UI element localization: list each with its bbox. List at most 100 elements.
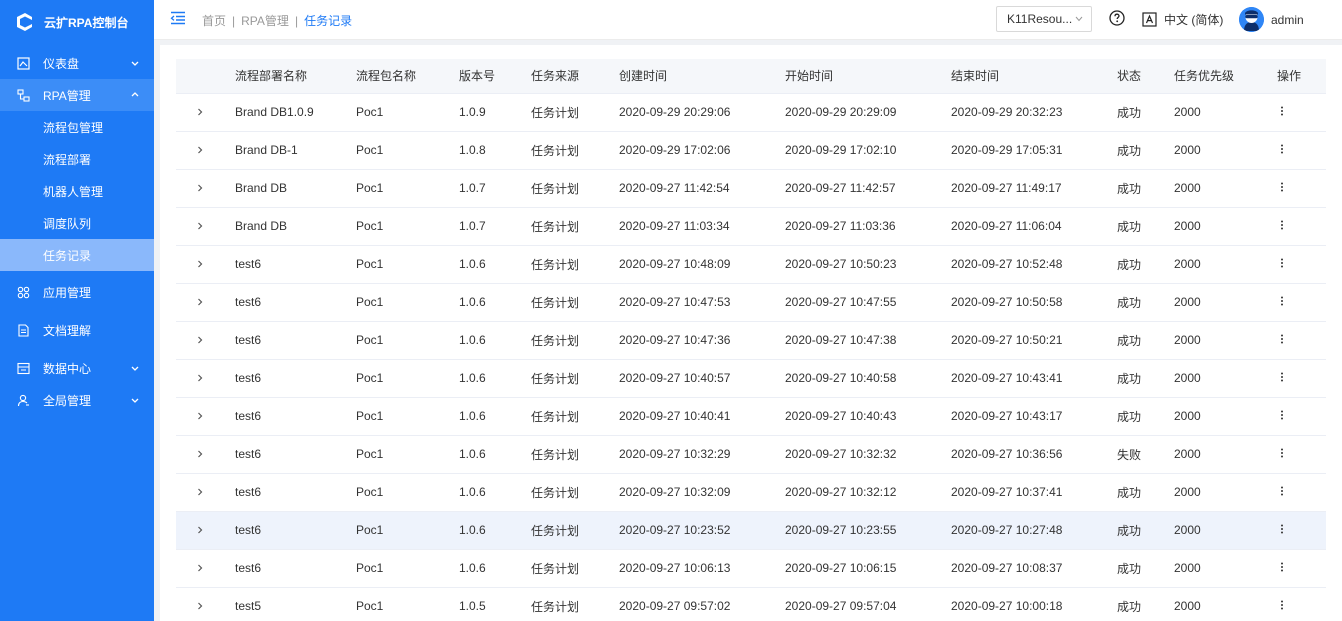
cell-deployment-name: test6	[235, 511, 356, 550]
cell-created-time: 2020-09-27 10:23:52	[619, 511, 785, 550]
sidebar-item-app-management[interactable]: 应用管理	[0, 274, 154, 310]
chevron-down-icon	[1075, 16, 1083, 22]
cell-version: 1.0.6	[459, 359, 531, 398]
cell-deployment-name: Brand DB	[235, 207, 356, 246]
more-options-icon[interactable]	[1277, 295, 1287, 309]
cell-deployment-name: test6	[235, 435, 356, 474]
sidebar-item-document-understanding[interactable]: 文档理解	[0, 310, 154, 350]
column-header-priority: 任务优先级	[1174, 59, 1277, 94]
language-switcher[interactable]: 中文 (简体)	[1142, 11, 1223, 28]
more-options-icon[interactable]	[1277, 447, 1287, 461]
table-row[interactable]: Brand DB-1 Poc1 1.0.8 任务计划 2020-09-29 17:02:…	[176, 131, 1326, 170]
help-icon[interactable]	[1109, 10, 1125, 26]
cell-status: 成功	[1117, 93, 1174, 132]
more-options-icon[interactable]	[1277, 561, 1287, 575]
brand[interactable]: 云扩RPA控制台	[0, 0, 154, 44]
sidebar-item-label: 文档理解	[43, 323, 92, 338]
cell-priority: 2000	[1174, 359, 1277, 398]
more-options-icon[interactable]	[1277, 371, 1287, 385]
cell-deployment-name: test6	[235, 359, 356, 398]
sidebar-item-package-management[interactable]: 流程包管理	[0, 111, 154, 143]
cell-start-time: 2020-09-27 10:32:12	[785, 473, 951, 512]
table-row[interactable]: test6 Poc1 1.0.6 任务计划 2020-09-27 10:40:57 202…	[176, 359, 1326, 398]
expand-row-button[interactable]	[176, 283, 235, 322]
cell-priority: 2000	[1174, 321, 1277, 360]
more-options-icon[interactable]	[1277, 485, 1287, 499]
table-row[interactable]: test6 Poc1 1.0.6 任务计划 2020-09-27 10:06:13 202…	[176, 549, 1326, 588]
cell-priority: 2000	[1174, 473, 1277, 512]
expand-row-button[interactable]	[176, 549, 235, 588]
table-row[interactable]: Brand DB1.0.9 Poc1 1.0.9 任务计划 2020-09-29 20:…	[176, 93, 1326, 132]
cell-priority: 2000	[1174, 435, 1277, 474]
more-options-icon[interactable]	[1277, 409, 1287, 423]
more-options-icon[interactable]	[1277, 105, 1287, 119]
sidebar-item-process-deployment[interactable]: 流程部署	[0, 143, 154, 175]
chevron-right-icon	[198, 526, 203, 534]
breadcrumb-current: 任务记录	[304, 14, 353, 28]
table-row[interactable]: test6 Poc1 1.0.6 任务计划 2020-09-27 10:47:53 202…	[176, 283, 1326, 322]
expand-row-button[interactable]	[176, 207, 235, 246]
expand-row-button[interactable]	[176, 397, 235, 436]
cell-created-time: 2020-09-29 20:29:06	[619, 93, 785, 132]
sidebar-item-schedule-queue[interactable]: 调度队列	[0, 207, 154, 239]
more-options-icon[interactable]	[1277, 333, 1287, 347]
more-options-icon[interactable]	[1277, 257, 1287, 271]
more-options-icon[interactable]	[1277, 143, 1287, 157]
more-options-icon[interactable]	[1277, 599, 1287, 613]
expand-row-button[interactable]	[176, 131, 235, 170]
cell-source: 任务计划	[531, 549, 619, 588]
language-icon	[1142, 12, 1157, 27]
cell-package-name: Poc1	[356, 207, 459, 246]
chevron-right-icon	[198, 602, 203, 610]
row-actions-cell	[1277, 245, 1326, 284]
cell-deployment-name: test5	[235, 587, 356, 621]
table-row[interactable]: test5 Poc1 1.0.5 任务计划 2020-09-27 09:57:02 202…	[176, 587, 1326, 621]
table-row[interactable]: test6 Poc1 1.0.6 任务计划 2020-09-27 10:32:09 202…	[176, 473, 1326, 512]
expand-row-button[interactable]	[176, 245, 235, 284]
more-options-icon[interactable]	[1277, 181, 1287, 195]
cell-version: 1.0.5	[459, 587, 531, 621]
menu-collapse-icon[interactable]	[170, 11, 186, 25]
breadcrumb: 首页 | RPA管理 | 任务记录	[202, 12, 356, 29]
chevron-right-icon	[198, 564, 203, 572]
breadcrumb-rpa[interactable]: RPA管理	[241, 14, 289, 28]
sidebar-item-data-center[interactable]: 数据中心	[0, 350, 154, 386]
row-actions-cell	[1277, 587, 1326, 621]
column-header-status: 状态	[1117, 59, 1174, 94]
table-row[interactable]: test6 Poc1 1.0.6 任务计划 2020-09-27 10:23:52 202…	[176, 511, 1326, 550]
cell-source: 任务计划	[531, 511, 619, 550]
sidebar-item-dashboard[interactable]: 仪表盘	[0, 47, 154, 79]
cell-start-time: 2020-09-27 10:06:15	[785, 549, 951, 588]
expand-row-button[interactable]	[176, 169, 235, 208]
table-row[interactable]: Brand DB Poc1 1.0.7 任务计划 2020-09-27 11:42:54…	[176, 169, 1326, 208]
expand-row-button[interactable]	[176, 511, 235, 550]
more-options-icon[interactable]	[1277, 219, 1287, 233]
sidebar-item-robot-management[interactable]: 机器人管理	[0, 175, 154, 207]
sidebar-item-rpa[interactable]: RPA管理	[0, 79, 154, 111]
chevron-up-icon	[131, 92, 139, 97]
resource-select[interactable]: K11Resou...	[996, 6, 1092, 32]
cell-end-time: 2020-09-27 10:00:18	[951, 587, 1117, 621]
cell-deployment-name: test6	[235, 283, 356, 322]
rpa-icon	[16, 88, 30, 102]
expand-row-button[interactable]	[176, 587, 235, 621]
table-row[interactable]: test6 Poc1 1.0.6 任务计划 2020-09-27 10:32:29 202…	[176, 435, 1326, 474]
breadcrumb-home[interactable]: 首页	[202, 14, 226, 28]
expand-row-button[interactable]	[176, 359, 235, 398]
table-row[interactable]: Brand DB Poc1 1.0.7 任务计划 2020-09-27 11:03:34…	[176, 207, 1326, 246]
user-menu[interactable]: admin	[1239, 7, 1304, 32]
more-options-icon[interactable]	[1277, 523, 1287, 537]
table-row[interactable]: test6 Poc1 1.0.6 任务计划 2020-09-27 10:48:09 202…	[176, 245, 1326, 284]
cell-created-time: 2020-09-27 10:47:36	[619, 321, 785, 360]
expand-row-button[interactable]	[176, 435, 235, 474]
column-header-created-time: 创建时间	[619, 59, 785, 94]
expand-row-button[interactable]	[176, 473, 235, 512]
cell-priority: 2000	[1174, 587, 1277, 621]
table-row[interactable]: test6 Poc1 1.0.6 任务计划 2020-09-27 10:40:41 202…	[176, 397, 1326, 436]
row-actions-cell	[1277, 169, 1326, 208]
table-row[interactable]: test6 Poc1 1.0.6 任务计划 2020-09-27 10:47:36 202…	[176, 321, 1326, 360]
expand-row-button[interactable]	[176, 93, 235, 132]
sidebar-item-global-management[interactable]: 全局管理	[0, 386, 154, 414]
sidebar-item-task-records[interactable]: 任务记录	[0, 239, 154, 271]
expand-row-button[interactable]	[176, 321, 235, 360]
